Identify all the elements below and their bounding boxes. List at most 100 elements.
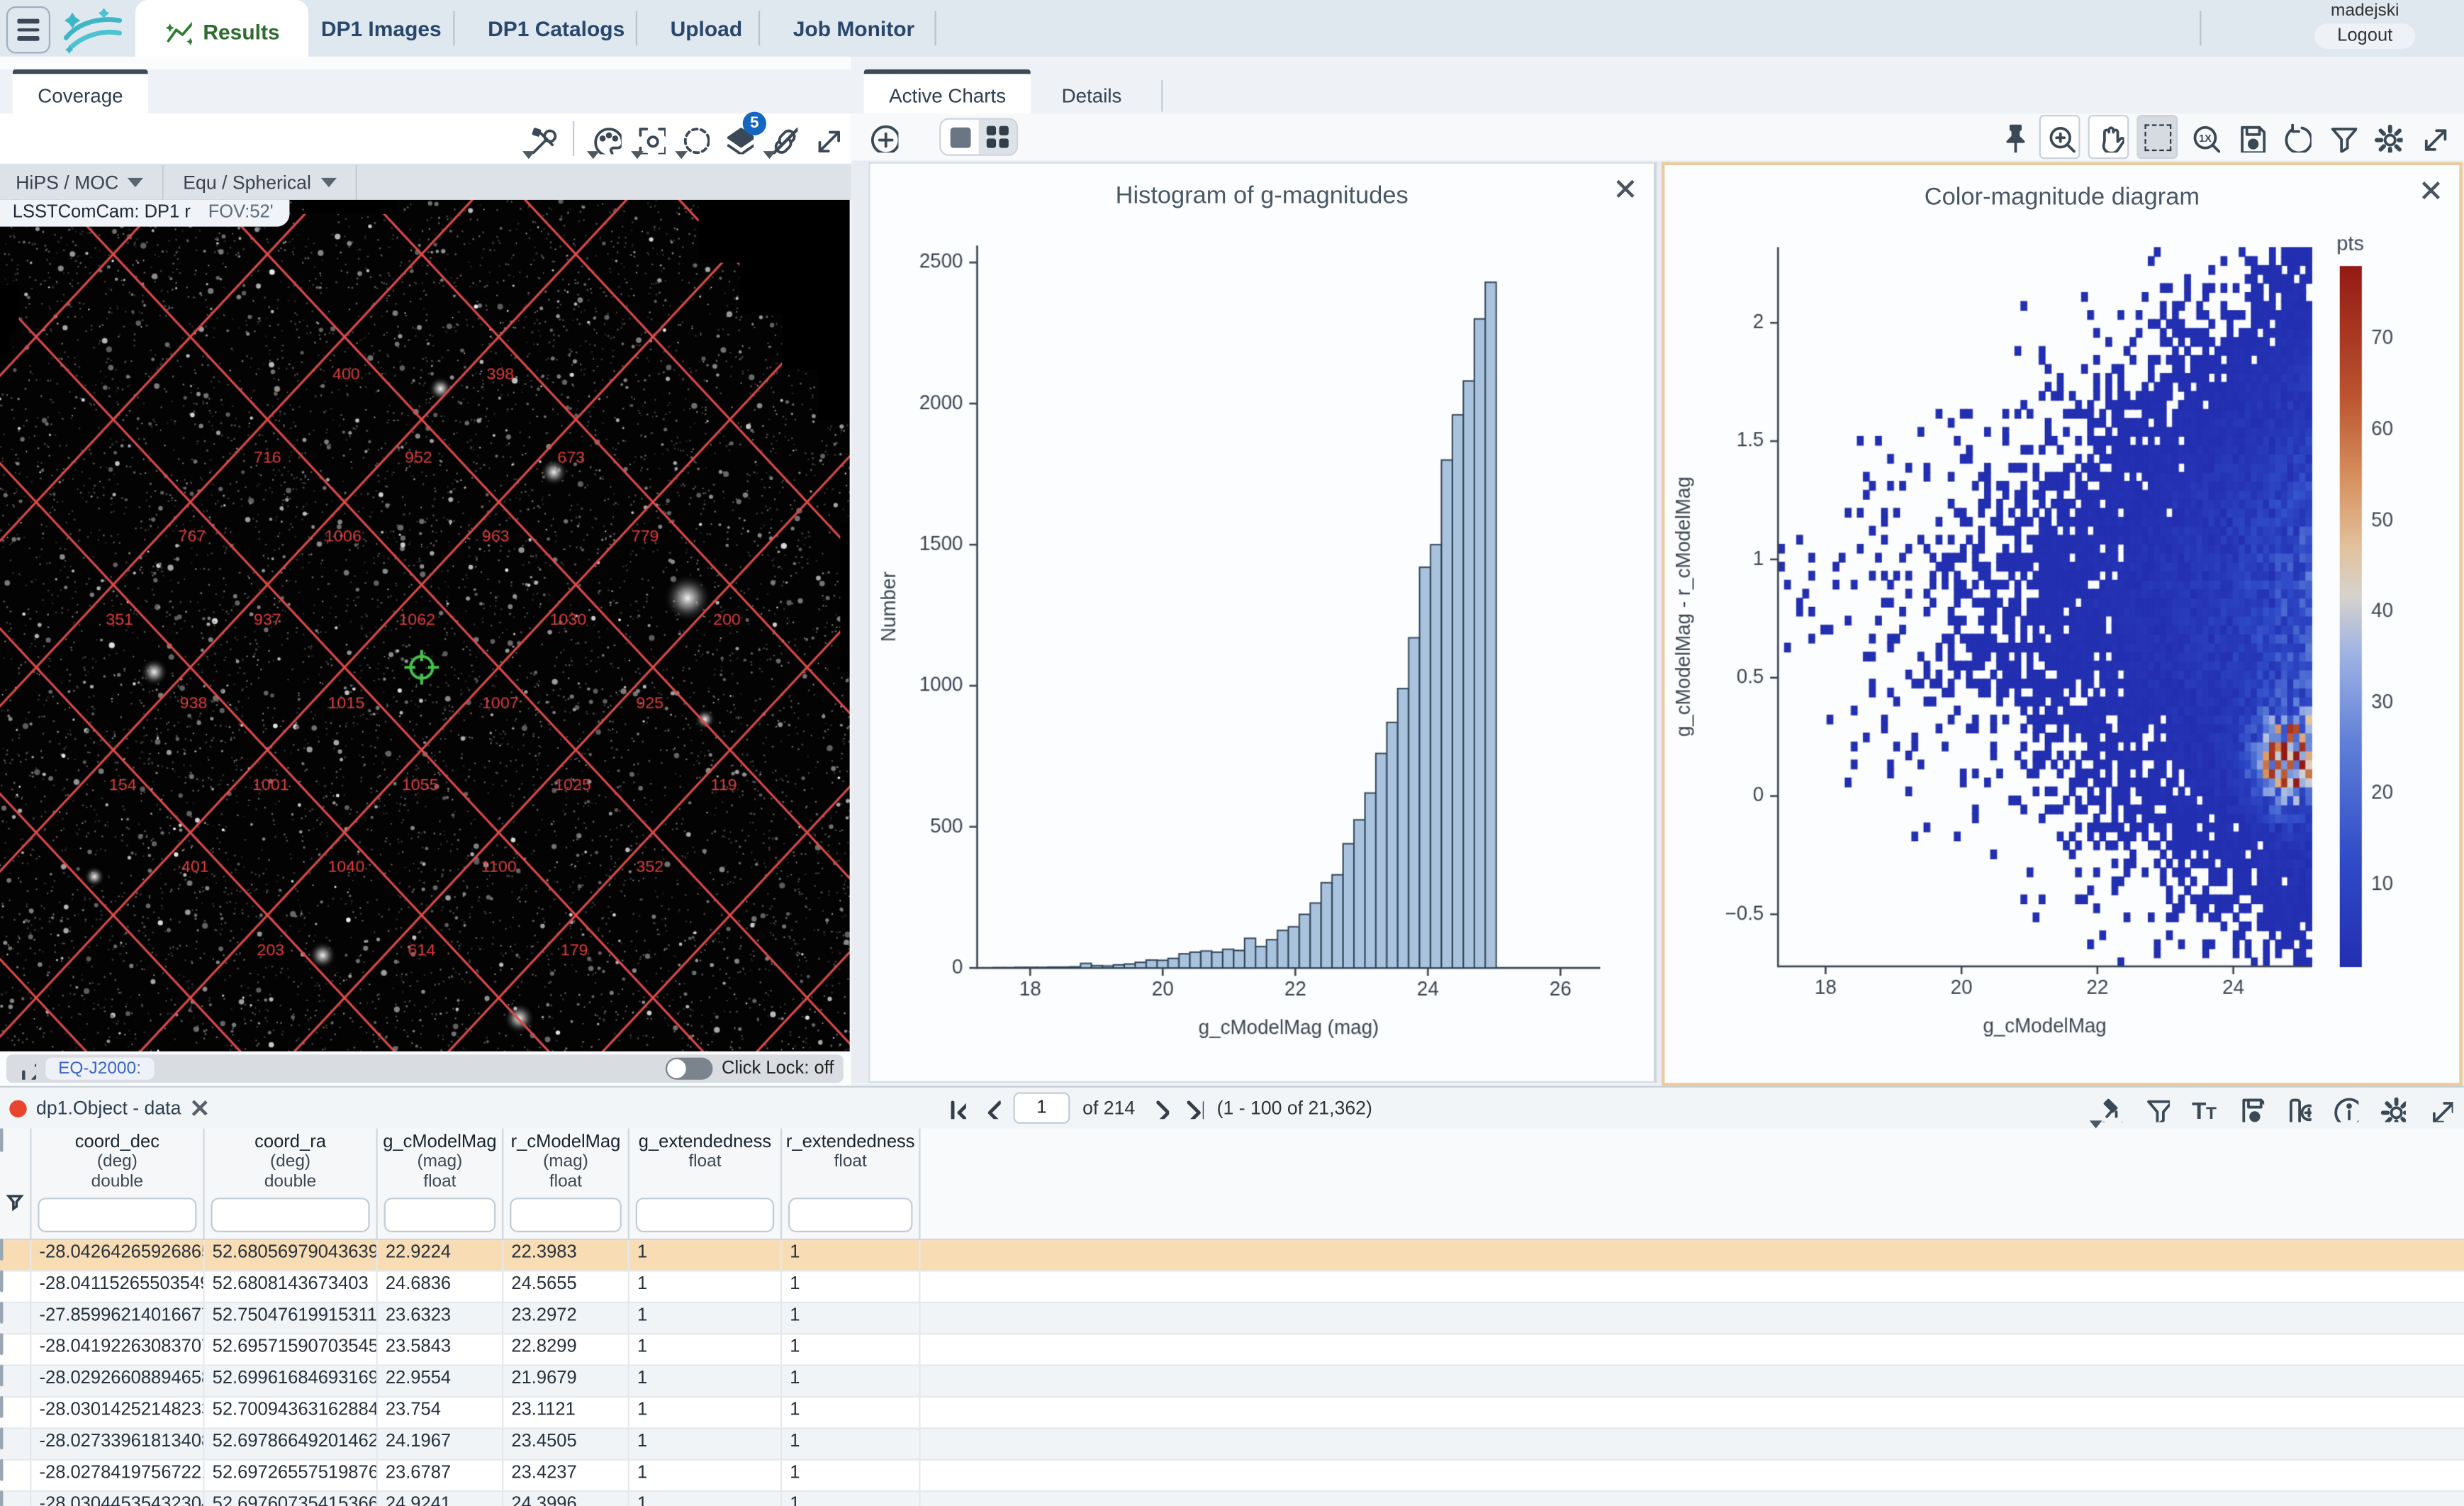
projection-dropdown[interactable]: Equ / Spherical (183, 171, 336, 193)
table-row[interactable]: -28.0419226308370752.6957159070354523.58… (0, 1334, 2464, 1366)
close-table-icon[interactable] (191, 1098, 210, 1117)
column-header-r_cModelMag[interactable]: r_cModelMag(mag)float (503, 1129, 629, 1239)
column-unit: (mag) (378, 1152, 502, 1173)
column-header-g_extendedness[interactable]: g_extendednessfloat (629, 1129, 782, 1239)
table-settings-button[interactable] (2373, 1088, 2410, 1129)
nav-divider (453, 11, 454, 46)
row-checkbox[interactable] (0, 1302, 3, 1324)
column-name: g_cModelMag (378, 1133, 502, 1152)
column-filter-input[interactable] (384, 1198, 496, 1232)
expand-coverage-button[interactable] (807, 118, 845, 159)
top-nav: Results DP1 Images DP1 Catalogs Upload J… (0, 0, 2464, 57)
grid-view-button[interactable] (979, 120, 1017, 155)
column-header-r_extendedness[interactable]: r_extendednessfloat (782, 1129, 920, 1239)
add-column-button[interactable] (2278, 1088, 2316, 1129)
color-settings-button[interactable] (587, 118, 625, 159)
nav-tab-dp1-catalogs[interactable]: DP1 Catalogs (459, 0, 653, 57)
column-header-g_cModelMag[interactable]: g_cModelMag(mag)float (378, 1129, 504, 1239)
tab-coverage[interactable]: Coverage (13, 69, 148, 117)
nav-tab-upload[interactable]: Upload (642, 0, 771, 57)
restore-chart-button[interactable] (2277, 116, 2314, 157)
column-filter-input[interactable] (788, 1198, 912, 1232)
table-row[interactable]: -28.03014252148233352.70094363162884623.… (0, 1398, 2464, 1429)
table-row[interactable]: -28.02784197567221452.6972655751987623.6… (0, 1461, 2464, 1492)
zoom-reset-button[interactable]: 1X (2185, 116, 2223, 157)
nav-tab-job-monitor[interactable]: Job Monitor (765, 0, 943, 57)
chart-settings-button[interactable] (2368, 116, 2406, 157)
external-link-icon[interactable] (16, 1059, 36, 1079)
column-header-coord_dec[interactable]: coord_dec(deg)double (31, 1129, 204, 1239)
inspect-rows-button[interactable] (2090, 1088, 2127, 1129)
nav-tab-dp1-images[interactable]: DP1 Images (293, 0, 470, 57)
zoom-in-tool-button[interactable] (2039, 115, 2081, 159)
close-histogram-icon[interactable] (1613, 177, 1638, 202)
column-filter-input[interactable] (211, 1198, 369, 1232)
table-cell: -28.030142521482333 (31, 1398, 204, 1427)
table-row[interactable]: -28.0304453543230452.6976073541536624.92… (0, 1492, 2464, 1506)
row-checkbox[interactable] (0, 1427, 3, 1449)
click-lock-toggle[interactable] (665, 1058, 712, 1080)
page-number-input[interactable] (1013, 1092, 1070, 1123)
toolbar-divider (573, 121, 574, 156)
table-row[interactable]: -28.04115265503549652.680814367340324.68… (0, 1272, 2464, 1303)
column-filter-input[interactable] (636, 1198, 774, 1232)
menu-hamburger-icon[interactable] (6, 6, 50, 54)
recenter-button[interactable] (631, 118, 668, 159)
tab-active-charts[interactable]: Active Charts (864, 69, 1031, 117)
select-region-button[interactable] (675, 118, 712, 159)
dropdown-caret (522, 151, 535, 159)
row-checkbox[interactable] (0, 1239, 3, 1261)
tab-details[interactable]: Details (1036, 69, 1147, 117)
box-select-tool-button[interactable] (2137, 115, 2178, 159)
table-cell: 23.6787 (378, 1461, 504, 1490)
table-row[interactable]: -28.0273396181340852.6978664920146224.19… (0, 1429, 2464, 1460)
row-select-cell (0, 1272, 31, 1302)
table-panel: dp1.Object - data of 214 (1 - 100 of 21,… (0, 1086, 2464, 1506)
text-view-button[interactable]: TT (2184, 1088, 2222, 1129)
table-row[interactable]: -27.8599621401667752.7504761991531123.63… (0, 1303, 2464, 1334)
histogram-canvas[interactable] (870, 164, 1650, 1078)
add-chart-button[interactable] (864, 116, 902, 157)
hips-moc-dropdown[interactable]: HiPS / MOC (16, 171, 144, 193)
chevron-down-icon (320, 177, 336, 186)
table-info-button[interactable] (2326, 1088, 2363, 1129)
pan-tool-button[interactable] (2088, 115, 2129, 159)
cmd-canvas[interactable] (1664, 165, 2453, 1076)
row-checkbox[interactable] (0, 1396, 3, 1418)
filter-row-icon[interactable] (5, 1191, 26, 1212)
layers-button[interactable]: 5 (719, 118, 756, 159)
column-header-coord_ra[interactable]: coord_ra(deg)double (205, 1129, 378, 1239)
filter-chart-button[interactable] (2322, 116, 2360, 157)
row-checkbox[interactable] (0, 1490, 3, 1506)
expand-charts-button[interactable] (2414, 116, 2451, 157)
row-checkbox[interactable] (0, 1333, 3, 1355)
logout-button[interactable]: Logout (2315, 23, 2414, 49)
nav-tab-results[interactable]: Results (135, 0, 308, 63)
column-filter-input[interactable] (510, 1198, 622, 1232)
row-checkbox[interactable] (0, 1364, 3, 1386)
first-page-icon[interactable] (944, 1097, 966, 1119)
last-page-icon[interactable] (1182, 1097, 1204, 1119)
filter-table-button[interactable] (2137, 1088, 2174, 1129)
single-view-button[interactable] (941, 120, 978, 155)
row-filler (921, 1303, 2464, 1333)
coverage-sky-canvas[interactable] (0, 200, 850, 1052)
column-filter-input[interactable] (38, 1198, 196, 1232)
row-checkbox[interactable] (0, 1270, 3, 1292)
select-all-checkbox[interactable] (0, 1129, 3, 1152)
save-chart-button[interactable] (2231, 116, 2269, 157)
tools-button[interactable] (522, 118, 560, 159)
save-table-button[interactable] (2231, 1088, 2269, 1129)
grid-header-row: coord_dec(deg)doublecoord_ra(deg)doubleg… (0, 1129, 2464, 1241)
prev-page-icon[interactable] (979, 1097, 1001, 1119)
grid-squares-icon (987, 126, 1009, 148)
row-checkbox[interactable] (0, 1459, 3, 1481)
next-page-icon[interactable] (1148, 1097, 1170, 1119)
expand-table-button[interactable] (2420, 1088, 2458, 1129)
nav-divider (636, 11, 637, 46)
pin-chart-button[interactable] (1993, 116, 2031, 157)
table-row[interactable]: -28.02926608894658552.6996168469316922.9… (0, 1366, 2464, 1398)
table-row[interactable]: -28.04264265926865852.68056979043639422.… (0, 1240, 2464, 1271)
close-cmd-icon[interactable] (2419, 178, 2444, 203)
unlink-button[interactable] (763, 118, 801, 159)
